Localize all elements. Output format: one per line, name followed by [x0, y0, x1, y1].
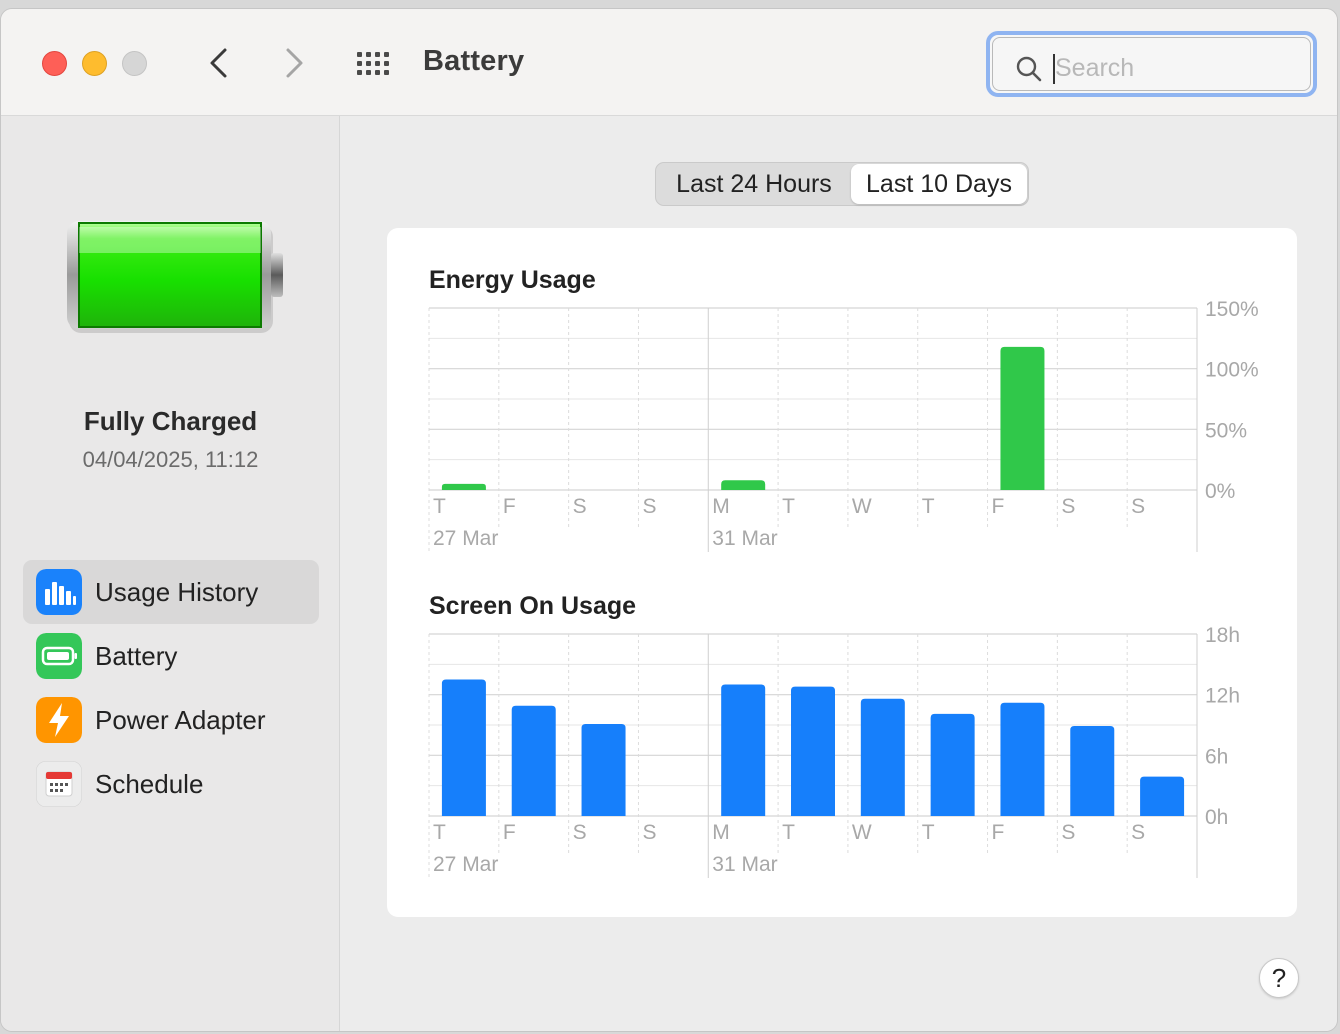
settings-window: Battery Search Fully Charged 04/04/2025,…: [0, 8, 1338, 1032]
y-tick-label: 0%: [1205, 480, 1235, 503]
bar: [441, 679, 486, 816]
minimize-window-button[interactable]: [82, 51, 107, 76]
x-tick-label: T: [433, 495, 446, 518]
screen-on-usage-chart: 0h 6h 12h 18h T F S S M T W T F S S 27 Mar 31 Mar: [428, 624, 1240, 878]
forward-chevron-icon[interactable]: [279, 45, 309, 81]
lightning-icon: [36, 697, 82, 743]
x-tick-label: F: [503, 821, 516, 844]
bar: [721, 480, 766, 490]
x-tick-label: T: [782, 495, 795, 518]
bar: [791, 686, 835, 816]
search-icon: [1016, 56, 1042, 82]
x-tick-label: T: [922, 821, 935, 844]
y-tick-label: 18h: [1205, 624, 1240, 647]
sidebar-item-label: Battery: [95, 641, 178, 671]
battery-status-title: Fully Charged: [83, 406, 258, 436]
bar-chart-icon: [36, 569, 82, 615]
y-tick-label: 100%: [1205, 359, 1259, 382]
show-all-grid-icon[interactable]: [356, 51, 392, 77]
x-tick-label: F: [992, 495, 1005, 518]
y-tick-label: 6h: [1205, 745, 1228, 768]
bar: [1000, 702, 1045, 816]
y-tick-label: 12h: [1205, 685, 1240, 708]
x-tick-label: S: [573, 495, 587, 518]
sidebar-item-usage-history[interactable]: Usage History: [23, 560, 319, 624]
x-tick-label: T: [782, 821, 795, 844]
y-tick-label: 50%: [1205, 419, 1247, 442]
time-range-segmented-control: Last 24 Hours Last 10 Days: [655, 162, 1029, 206]
battery-level-icon: [67, 221, 283, 333]
sidebar-item-battery[interactable]: Battery: [23, 624, 319, 688]
x-tick-label: S: [1061, 821, 1075, 844]
date-label: 31 Mar: [712, 527, 777, 550]
energy-usage-chart: 0% 50% 100% 150% T F S S M T W T F S S 27 Mar 31 Mar: [428, 298, 1259, 552]
window-title: Battery: [423, 45, 525, 77]
back-chevron-icon[interactable]: [204, 45, 234, 81]
date-label: 31 Mar: [712, 853, 777, 876]
bar: [721, 684, 766, 816]
battery-status-time: 04/04/2025, 11:12: [82, 447, 259, 472]
sidebar-item-schedule[interactable]: Schedule: [23, 752, 319, 816]
x-tick-label: F: [992, 821, 1005, 844]
search-field-inner: [992, 37, 1311, 91]
bar: [1000, 346, 1045, 490]
help-button[interactable]: ?: [1259, 958, 1299, 998]
bar: [1070, 726, 1115, 816]
x-tick-label: W: [852, 495, 872, 518]
bar: [860, 698, 905, 816]
bar: [441, 483, 486, 490]
tab-last-24-hours[interactable]: Last 24 Hours: [658, 164, 850, 204]
date-label: 27 Mar: [433, 853, 498, 876]
toolbar: Battery: [1, 9, 1337, 116]
energy-usage-title: Energy Usage: [429, 266, 596, 294]
bar: [1140, 776, 1185, 816]
x-tick-label: T: [433, 821, 446, 844]
x-tick-label: F: [503, 495, 516, 518]
sidebar-item-label: Usage History: [95, 577, 259, 607]
battery-icon: [36, 633, 82, 679]
sidebar-item-label: Power Adapter: [95, 705, 266, 735]
x-tick-label: S: [1131, 495, 1145, 518]
tab-last-10-days[interactable]: Last 10 Days: [851, 164, 1027, 204]
main-content: Last 24 Hours Last 10 Days Energy Usage …: [341, 116, 1337, 1031]
y-tick-label: 0h: [1205, 806, 1228, 829]
x-tick-label: S: [573, 821, 587, 844]
x-tick-label: S: [642, 821, 656, 844]
sidebar-item-label: Schedule: [95, 769, 204, 799]
x-tick-label: W: [852, 821, 872, 844]
screen-on-usage-title: Screen On Usage: [429, 592, 637, 620]
search-field[interactable]: [986, 31, 1317, 97]
sidebar-item-power-adapter[interactable]: Power Adapter: [23, 688, 319, 752]
x-tick-label: S: [642, 495, 656, 518]
sidebar: Fully Charged 04/04/2025, 11:12 Usage Hi…: [1, 116, 340, 1031]
x-tick-label: S: [1061, 495, 1075, 518]
close-window-button[interactable]: [42, 51, 67, 76]
y-tick-label: 150%: [1205, 298, 1259, 321]
x-tick-label: T: [922, 495, 935, 518]
bar: [581, 723, 626, 816]
x-tick-label: S: [1131, 821, 1145, 844]
x-tick-label: M: [712, 821, 730, 844]
bar: [930, 713, 975, 816]
zoom-window-button[interactable]: [122, 51, 147, 76]
bar: [511, 705, 556, 816]
date-label: 27 Mar: [433, 527, 498, 550]
x-tick-label: M: [712, 495, 730, 518]
usage-charts-card: Energy Usage 0% 50% 100% 150% T F S S M T W T F S S 27 …: [387, 228, 1297, 917]
search-input[interactable]: [1055, 50, 1295, 86]
calendar-icon: [36, 761, 82, 807]
